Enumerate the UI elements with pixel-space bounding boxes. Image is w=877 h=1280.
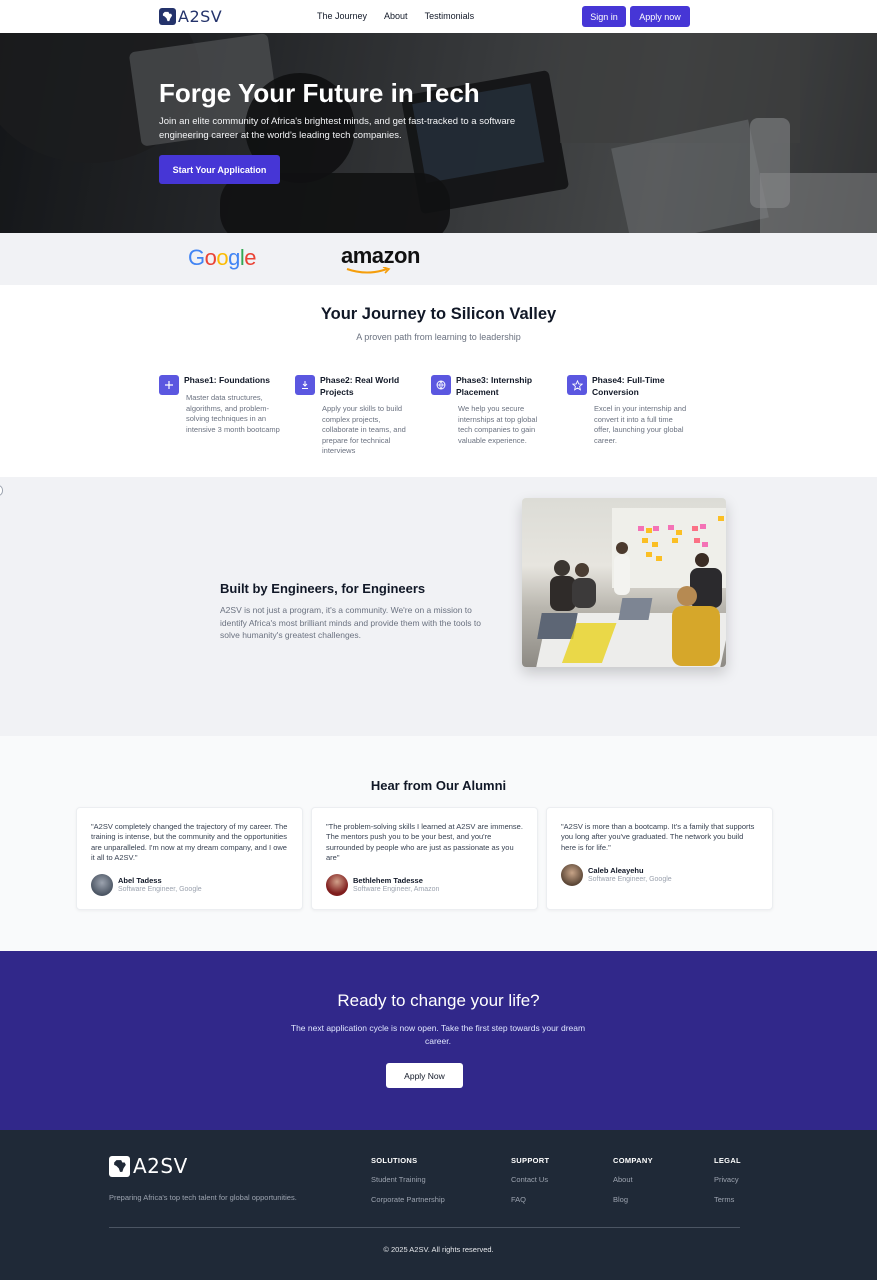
alumni-title: Hear from Our Alumni bbox=[370, 778, 507, 793]
footer-brand-name: A2SV bbox=[133, 1154, 188, 1178]
footer-link-privacy[interactable]: Privacy bbox=[714, 1175, 741, 1184]
start-application-button[interactable]: Start Your Application bbox=[159, 155, 280, 184]
google-logo: Google bbox=[188, 245, 257, 270]
alumnus-name: Caleb Aleayehu bbox=[588, 866, 644, 875]
africa-map-icon bbox=[109, 1155, 130, 1177]
footer-logo[interactable]: A2SV bbox=[109, 1154, 188, 1178]
hero-section: Forge Your Future in Tech Join an elite … bbox=[0, 33, 877, 233]
alumnus-role: Software Engineer, Amazon bbox=[353, 886, 440, 893]
footer-heading: SOLUTIONS bbox=[371, 1156, 418, 1165]
testimonial-card: "A2SV is more than a bootcamp. It's a fa… bbox=[546, 807, 773, 910]
star-icon bbox=[567, 375, 587, 395]
footer-link-contact-us[interactable]: Contact Us bbox=[511, 1175, 549, 1184]
phase-description: Excel in your internship and convert it … bbox=[594, 404, 687, 445]
amazon-logo: amazon bbox=[341, 243, 420, 274]
footer-heading: LEGAL bbox=[714, 1156, 741, 1165]
brand-name: A2SV bbox=[178, 7, 223, 26]
footer-column-company: COMPANY About Blog bbox=[613, 1156, 653, 1204]
nav-links: The Journey About Testimonials bbox=[317, 11, 474, 21]
footer-column-legal: LEGAL Privacy Terms bbox=[714, 1156, 741, 1204]
cta-section: Ready to change your life? The next appl… bbox=[0, 951, 877, 1130]
cta-text: The next application cycle is now open. … bbox=[290, 1023, 586, 1046]
hero-title: Forge Your Future in Tech bbox=[159, 78, 480, 108]
phase-title: Phase2: Real World Projects bbox=[320, 375, 400, 397]
alumnus-name: Abel Tadess bbox=[118, 876, 162, 885]
sign-in-button[interactable]: Sign in bbox=[582, 6, 626, 27]
footer-link-corporate-partnership[interactable]: Corporate Partnership bbox=[371, 1195, 445, 1204]
testimonial-quote: "A2SV is more than a bootcamp. It's a fa… bbox=[561, 822, 755, 852]
alumnus-name: Bethlehem Tadesse bbox=[353, 876, 423, 885]
top-navbar: A2SV The Journey About Testimonials Sign… bbox=[0, 0, 877, 33]
phase-title: Phase4: Full-Time Conversion bbox=[592, 375, 665, 397]
nav-link-journey[interactable]: The Journey bbox=[317, 11, 367, 21]
nav-link-about[interactable]: About bbox=[384, 11, 408, 21]
avatar bbox=[326, 874, 348, 896]
apply-now-button[interactable]: Apply now bbox=[630, 6, 690, 27]
globe-icon bbox=[431, 375, 451, 395]
phase-description: We help you secure internships at top gl… bbox=[458, 404, 538, 445]
footer-column-solutions: SOLUTIONS Student Training Corporate Par… bbox=[371, 1156, 445, 1204]
footer-link-student-training[interactable]: Student Training bbox=[371, 1175, 445, 1184]
phase-description: Master data structures, algorithms, and … bbox=[186, 393, 280, 434]
footer: A2SV Preparing Africa's top tech talent … bbox=[0, 1130, 877, 1280]
journey-subtitle: A proven path from learning to leadershi… bbox=[356, 332, 521, 342]
cta-title: Ready to change your life? bbox=[337, 991, 540, 1010]
footer-divider bbox=[109, 1227, 740, 1228]
team-meeting-photo bbox=[522, 498, 726, 667]
testimonial-quote: "A2SV completely changed the trajectory … bbox=[91, 822, 288, 862]
apply-now-cta-button[interactable]: Apply Now bbox=[386, 1063, 463, 1088]
phase-title: Phase3: Internship Placement bbox=[456, 375, 533, 397]
nav-link-testimonials[interactable]: Testimonials bbox=[425, 11, 475, 21]
about-section: Built by Engineers, for Engineers A2SV i… bbox=[0, 477, 877, 736]
alumnus-role: Software Engineer, Google bbox=[118, 886, 202, 893]
testimonial-card: "The problem-solving skills I learned at… bbox=[311, 807, 538, 910]
africa-map-icon bbox=[159, 8, 176, 25]
amazon-smile-icon bbox=[346, 267, 391, 274]
footer-link-terms[interactable]: Terms bbox=[714, 1195, 741, 1204]
footer-link-faq[interactable]: FAQ bbox=[511, 1195, 549, 1204]
download-icon bbox=[295, 375, 315, 395]
hero-subtitle: Join an elite community of Africa's brig… bbox=[159, 116, 516, 141]
testimonial-card: "A2SV completely changed the trajectory … bbox=[76, 807, 303, 910]
avatar bbox=[91, 874, 113, 896]
footer-column-support: SUPPORT Contact Us FAQ bbox=[511, 1156, 549, 1204]
testimonial-quote: "The problem-solving skills I learned at… bbox=[326, 822, 523, 862]
phase-description: Apply your skills to build complex proje… bbox=[322, 404, 406, 455]
about-title: Built by Engineers, for Engineers bbox=[220, 581, 426, 596]
footer-tagline: Preparing Africa's top tech talent for g… bbox=[109, 1193, 297, 1202]
about-text: A2SV is not just a program, it's a commu… bbox=[220, 605, 481, 640]
footer-heading: COMPANY bbox=[613, 1156, 653, 1165]
phase-title: Phase1: Foundations bbox=[184, 375, 270, 385]
journey-title: Your Journey to Silicon Valley bbox=[320, 305, 557, 323]
footer-copyright: © 2025 A2SV. All rights reserved. bbox=[383, 1245, 494, 1254]
footer-link-about[interactable]: About bbox=[613, 1175, 653, 1184]
footer-link-blog[interactable]: Blog bbox=[613, 1195, 653, 1204]
plus-icon bbox=[159, 375, 179, 395]
alumni-section: Hear from Our Alumni "A2SV completely ch… bbox=[0, 736, 877, 951]
footer-heading: SUPPORT bbox=[511, 1156, 550, 1165]
brand-logo[interactable]: A2SV bbox=[159, 7, 222, 26]
avatar bbox=[561, 864, 583, 886]
partner-logos: Google amazon bbox=[0, 233, 877, 285]
alumnus-role: Software Engineer, Google bbox=[588, 876, 672, 883]
